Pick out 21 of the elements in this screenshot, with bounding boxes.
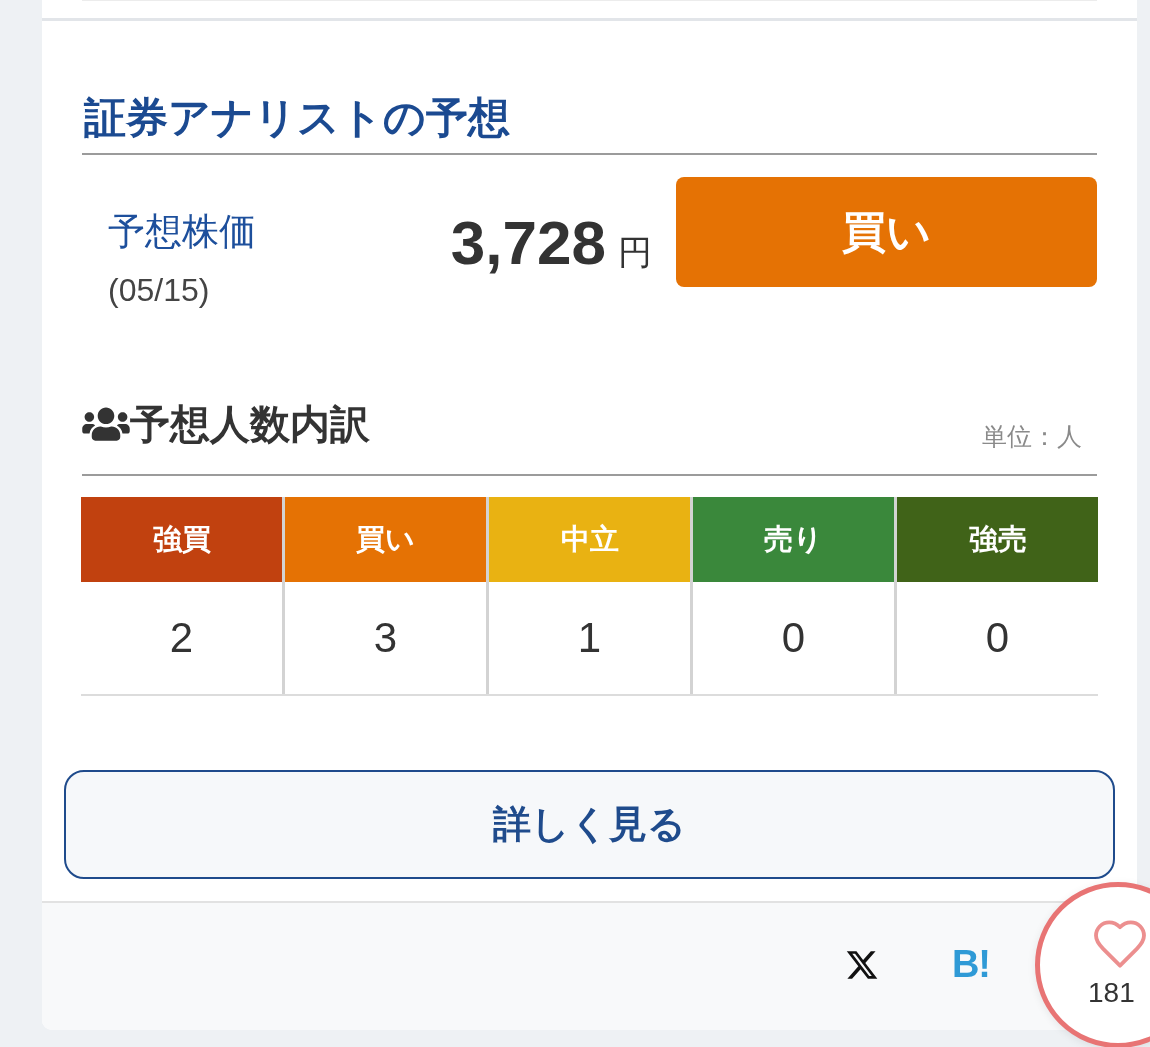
forecast-date: (05/15) [108, 271, 210, 310]
table-cell: 3 [285, 582, 486, 694]
price-value: 3,728 [450, 211, 606, 275]
table-header-cell: 買い [285, 497, 486, 582]
more-button[interactable]: 詳しく見る [64, 770, 1115, 879]
heart-icon [1093, 920, 1147, 968]
table-header-cell: 強買 [81, 497, 282, 582]
table-header-cell: 強売 [897, 497, 1098, 582]
table-header-cell: 売り [693, 497, 894, 582]
rating-badge: 買い [676, 177, 1097, 287]
table-cell: 1 [489, 582, 690, 694]
unit-note: 単位：人 [982, 421, 1083, 452]
people-icon [82, 405, 130, 443]
table-cell: 0 [693, 582, 894, 694]
forecast-label: 予想株価 [108, 210, 256, 254]
table-cell: 2 [81, 582, 282, 694]
table-cell: 0 [897, 582, 1098, 694]
table-header-cell: 中立 [489, 497, 690, 582]
section-title: 証券アナリストの予想 [82, 94, 1097, 155]
section-heading: 予想人数内訳 [130, 401, 370, 448]
price-unit: 円 [618, 232, 652, 273]
